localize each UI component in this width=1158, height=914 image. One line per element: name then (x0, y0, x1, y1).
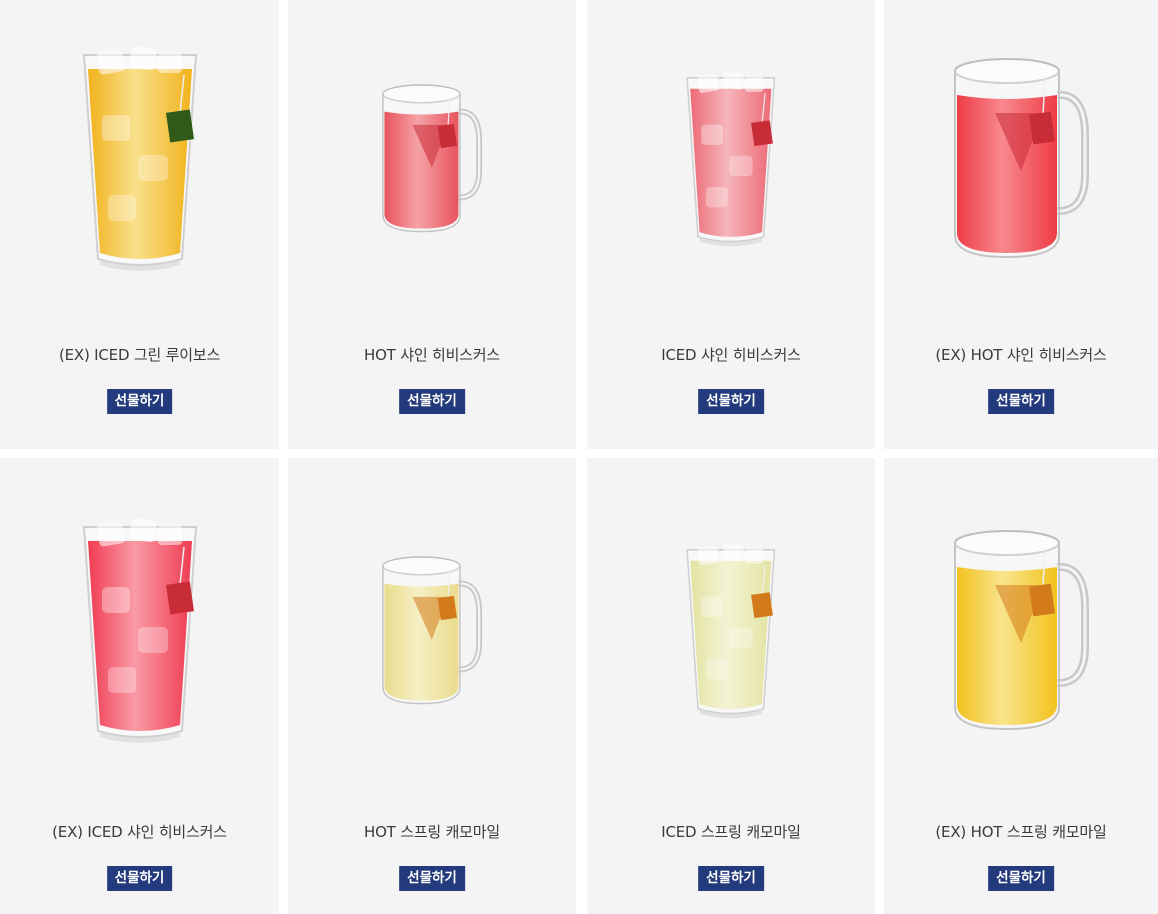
gift-button[interactable]: 선물하기 (106, 389, 173, 414)
gift-button[interactable]: 선물하기 (988, 389, 1054, 414)
gift-button[interactable]: 선물하기 (698, 866, 764, 891)
product-card[interactable]: ICED 샤인 히비스커스 선물하기 (587, 0, 875, 449)
product-card[interactable]: (EX) HOT 샤인 히비스커스 선물하기 (884, 0, 1158, 449)
hot-tea-mug-icon (951, 55, 1091, 265)
iced-tea-glass-icon (80, 517, 200, 747)
gift-button[interactable]: 선물하기 (988, 866, 1054, 891)
iced-tea-glass-icon (80, 45, 200, 275)
product-name[interactable]: (EX) HOT 샤인 히비스커스 (884, 344, 1158, 365)
product-image[interactable] (884, 0, 1158, 320)
product-card[interactable]: (EX) ICED 샤인 히비스커스 선물하기 (0, 458, 279, 914)
product-image[interactable] (0, 0, 279, 320)
product-card[interactable]: HOT 샤인 히비스커스 선물하기 (288, 0, 576, 449)
gift-button[interactable]: 선물하기 (399, 389, 465, 414)
gift-button[interactable]: 선물하기 (106, 866, 173, 891)
product-image[interactable] (288, 472, 576, 792)
product-name[interactable]: (EX) HOT 스프링 캐모마일 (884, 821, 1158, 842)
product-name[interactable]: (EX) ICED 샤인 히비스커스 (0, 821, 279, 842)
product-image[interactable] (288, 0, 576, 320)
product-image[interactable] (587, 472, 875, 792)
product-image[interactable] (587, 0, 875, 320)
product-card[interactable]: HOT 스프링 캐모마일 선물하기 (288, 458, 576, 914)
product-card[interactable]: ICED 스프링 캐모마일 선물하기 (587, 458, 875, 914)
product-card[interactable]: (EX) ICED 그린 루이보스 선물하기 (0, 0, 279, 449)
hot-tea-mug-icon (951, 527, 1091, 737)
product-name[interactable]: HOT 스프링 캐모마일 (288, 821, 576, 842)
product-name[interactable]: HOT 샤인 히비스커스 (288, 344, 576, 365)
iced-tea-glass-icon (684, 70, 778, 249)
product-grid: (EX) ICED 그린 루이보스 선물하기 HOT 샤인 히비스커스 선물하기 (0, 0, 1158, 914)
gift-button[interactable]: 선물하기 (698, 389, 764, 414)
product-image[interactable] (884, 472, 1158, 792)
product-name[interactable]: ICED 샤인 히비스커스 (587, 344, 875, 365)
product-image[interactable] (0, 472, 279, 792)
hot-tea-mug-icon (380, 82, 484, 237)
product-card[interactable]: (EX) HOT 스프링 캐모마일 선물하기 (884, 458, 1158, 914)
hot-tea-mug-icon (380, 554, 484, 709)
product-name[interactable]: ICED 스프링 캐모마일 (587, 821, 875, 842)
product-name[interactable]: (EX) ICED 그린 루이보스 (0, 344, 279, 365)
gift-button[interactable]: 선물하기 (399, 866, 465, 891)
iced-tea-glass-icon (684, 542, 778, 721)
